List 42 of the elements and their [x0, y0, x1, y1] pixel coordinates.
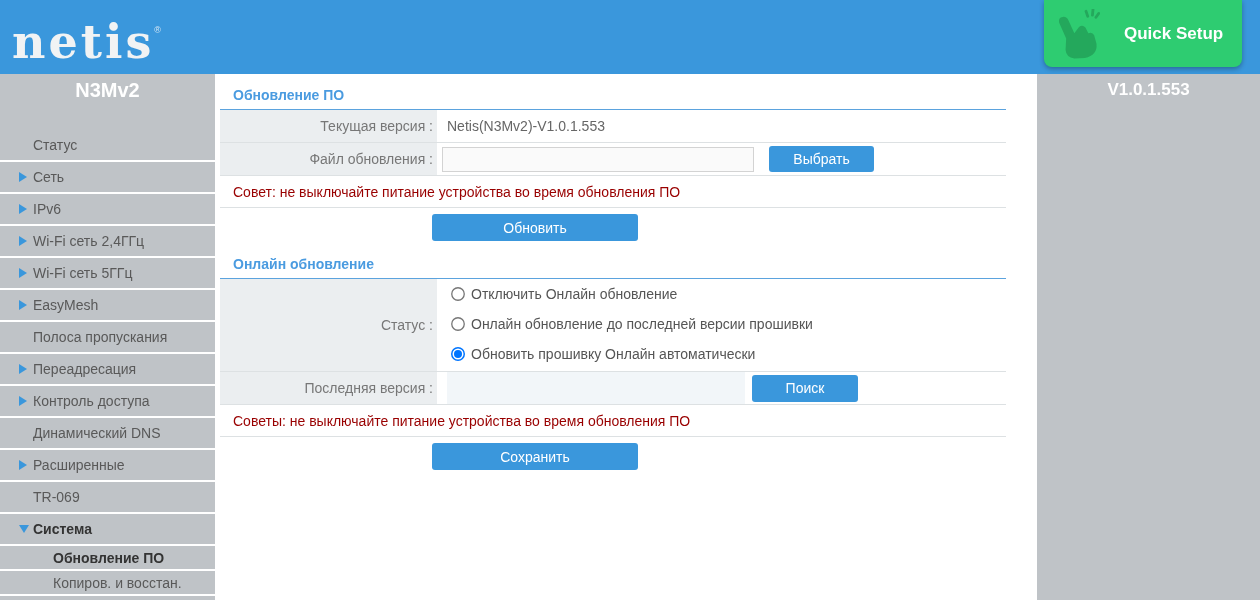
firmware-version: V1.0.1.553 — [1107, 79, 1190, 101]
option-label[interactable]: Обновить прошивку Онлайн автоматически — [471, 346, 756, 362]
menu-item[interactable]: Контроль доступа — [0, 386, 215, 418]
option-label[interactable]: Онлайн обновление до последней версии прошивки — [471, 316, 813, 332]
menu-item[interactable]: Переадресация — [0, 354, 215, 386]
menu-item[interactable]: IPv6 — [0, 194, 215, 226]
menu-item[interactable]: Wi-Fi сеть 5ГГц — [0, 258, 215, 290]
registered-mark: ® — [154, 25, 161, 35]
search-button[interactable]: Поиск — [752, 374, 858, 402]
menu-item[interactable]: Расширенные — [0, 450, 215, 482]
hand-icon — [1058, 8, 1100, 59]
tip-text: Советы: не выключайте питание устройства во время обновления ПО — [233, 412, 691, 429]
model-name: N3Mv2 — [75, 78, 140, 102]
section-title: Обновление ПО — [233, 87, 345, 104]
field-label: Файл обновления : — [220, 143, 437, 175]
submenu-item[interactable]: Обновление ПО — [0, 546, 215, 571]
radio-button[interactable] — [451, 347, 465, 361]
submit-button[interactable]: Обновить — [432, 214, 638, 241]
field-label: Последняя версия : — [220, 372, 437, 404]
menu-item[interactable]: TR-069 — [0, 482, 215, 514]
field-label: Статус : — [220, 279, 437, 371]
option-label[interactable]: Отключить Онлайн обновление — [471, 286, 678, 302]
menu-item[interactable]: Статус — [0, 130, 215, 162]
radio-button[interactable] — [451, 287, 465, 301]
menu-item[interactable]: Wi-Fi сеть 2,4ГГц — [0, 226, 215, 258]
menu-item[interactable]: Полоса пропускания — [0, 322, 215, 354]
menu-item[interactable]: Динамический DNS — [0, 418, 215, 450]
quick-setup-button[interactable]: Quick Setup — [1044, 0, 1242, 67]
latest-version-field[interactable] — [447, 372, 745, 404]
tip-text: Совет: не выключайте питание устройства во время обновления ПО — [233, 183, 681, 200]
menu-item[interactable]: Система — [0, 514, 215, 546]
field-label: Текущая версия : — [220, 110, 437, 142]
submenu-item[interactable]: Копиров. и восстан. — [0, 571, 215, 596]
menu-item[interactable]: Сеть — [0, 162, 215, 194]
submit-button[interactable]: Сохранить — [432, 443, 638, 470]
menu-item[interactable]: EasyMesh — [0, 290, 215, 322]
browse-button[interactable]: Выбрать — [769, 146, 874, 172]
logo-text: netis — [12, 19, 155, 65]
file-field[interactable] — [442, 146, 754, 172]
version-value: Netis(N3Mv2)-V1.0.1.553 — [447, 118, 605, 134]
radio-button[interactable] — [451, 317, 465, 331]
section-title: Онлайн обновление — [233, 256, 374, 273]
